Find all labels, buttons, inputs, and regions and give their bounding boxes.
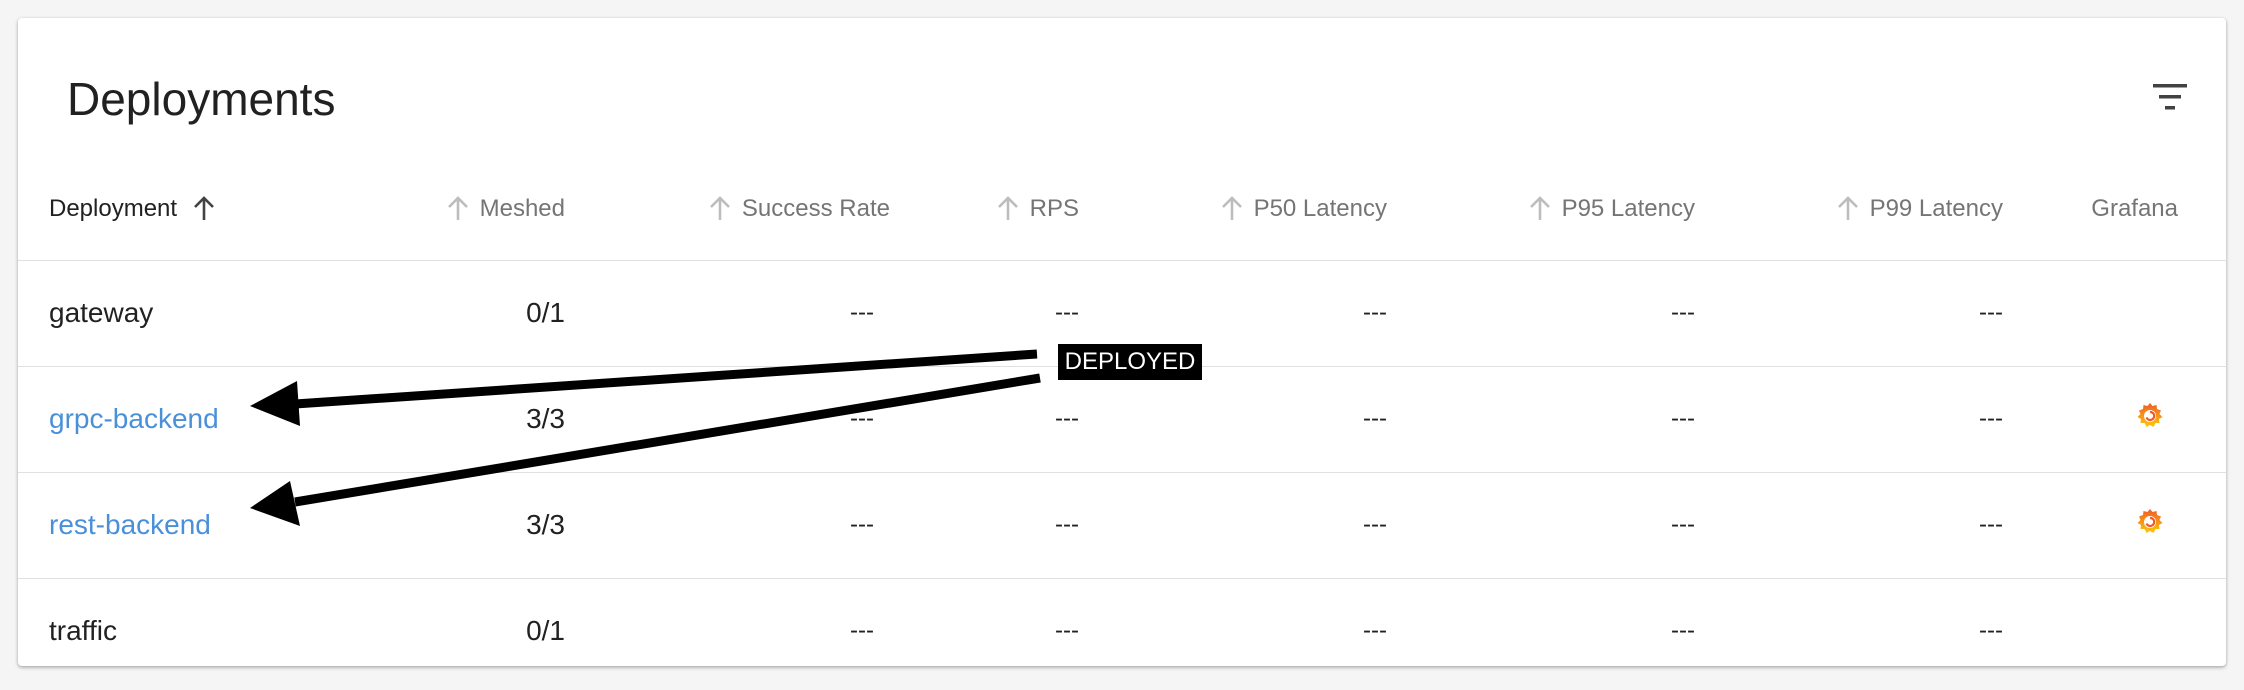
p99-latency-cell: --- [1695, 472, 2003, 579]
success-rate-cell: --- [565, 260, 890, 367]
column-label: Success Rate [741, 194, 890, 222]
column-header-success-rate[interactable]: Success Rate [565, 158, 890, 261]
grafana-cell [2003, 578, 2226, 684]
filter-button[interactable] [2138, 73, 2198, 123]
grafana-cell [2003, 472, 2226, 579]
meshed-cell: 3/3 [300, 366, 565, 473]
column-header-grafana: Grafana [2003, 158, 2226, 261]
rps-cell: --- [890, 366, 1079, 473]
deployment-link[interactable]: rest-backend [49, 509, 211, 540]
arrow-upward-icon [708, 196, 732, 222]
success-rate-cell: --- [565, 366, 890, 473]
success-rate-cell: --- [565, 472, 890, 579]
p50-latency-cell: --- [1079, 472, 1387, 579]
arrow-upward-icon [446, 196, 470, 222]
deployment-name: traffic [49, 615, 117, 647]
p99-latency-cell: --- [1695, 260, 2003, 367]
column-header-p99-latency[interactable]: P99 Latency [1695, 158, 2003, 261]
column-header-rps[interactable]: RPS [890, 158, 1079, 261]
deployment-name-cell: grpc-backend [18, 366, 300, 473]
meshed-cell: 0/1 [526, 615, 565, 647]
grafana-icon[interactable] [2134, 400, 2166, 439]
column-label: Grafana [2091, 194, 2178, 222]
rps-cell: --- [890, 260, 1079, 367]
p99-latency-cell: --- [1979, 617, 2003, 645]
column-header-meshed[interactable]: Meshed [300, 158, 565, 261]
deployment-name: gateway [49, 297, 154, 328]
column-label: P99 Latency [1869, 194, 2003, 222]
arrow-upward-icon [1836, 196, 1860, 222]
column-header-p95-latency[interactable]: P95 Latency [1387, 158, 1695, 261]
p95-latency-cell: --- [1387, 366, 1695, 473]
p50-latency-cell: --- [1079, 366, 1387, 473]
column-label: P95 Latency [1561, 194, 1695, 222]
table-row: traffic 0/1 --- --- --- --- --- [18, 578, 2226, 684]
arrow-upward-icon [192, 196, 216, 222]
meshed-cell: 0/1 [300, 260, 565, 367]
card-title: Deployments [67, 73, 336, 125]
column-header-p50-latency[interactable]: P50 Latency [1079, 158, 1387, 261]
p95-latency-cell: --- [1387, 472, 1695, 579]
column-header-deployment[interactable]: Deployment [18, 158, 300, 261]
arrow-upward-icon [996, 196, 1020, 222]
rps-cell: --- [1055, 617, 1079, 645]
column-label: Meshed [479, 194, 565, 222]
grafana-cell [2003, 260, 2226, 367]
table-header-row: Deployment Meshed Success Rate RPS P50 L… [18, 158, 2226, 261]
deployed-badge: DEPLOYED [1058, 344, 1202, 380]
deployments-table: Deployment Meshed Success Rate RPS P50 L… [18, 158, 2226, 684]
column-label: Deployment [49, 194, 178, 222]
p95-latency-cell: --- [1671, 617, 1695, 645]
deployment-name-cell: rest-backend [18, 472, 300, 579]
deployment-name-cell: gateway [18, 260, 300, 367]
arrow-upward-icon [1220, 196, 1244, 222]
p95-latency-cell: --- [1387, 260, 1695, 367]
arrow-upward-icon [1528, 196, 1552, 222]
column-label: RPS [1029, 194, 1079, 222]
filter-list-icon [2153, 84, 2187, 110]
success-rate-cell: --- [850, 617, 874, 645]
deployments-card: Deployments Deployment Meshed Success Ra… [18, 18, 2226, 666]
rps-cell: --- [890, 472, 1079, 579]
p99-latency-cell: --- [1695, 366, 2003, 473]
deployment-link[interactable]: grpc-backend [49, 403, 219, 434]
deployment-name-cell: traffic [18, 578, 300, 684]
grafana-cell [2003, 366, 2226, 473]
table-row: grpc-backend 3/3 --- --- --- --- --- [18, 366, 2226, 473]
meshed-cell: 3/3 [300, 472, 565, 579]
table-row: rest-backend 3/3 --- --- --- --- --- [18, 472, 2226, 579]
column-label: P50 Latency [1253, 194, 1387, 222]
p50-latency-cell: --- [1363, 617, 1387, 645]
grafana-icon[interactable] [2134, 506, 2166, 545]
